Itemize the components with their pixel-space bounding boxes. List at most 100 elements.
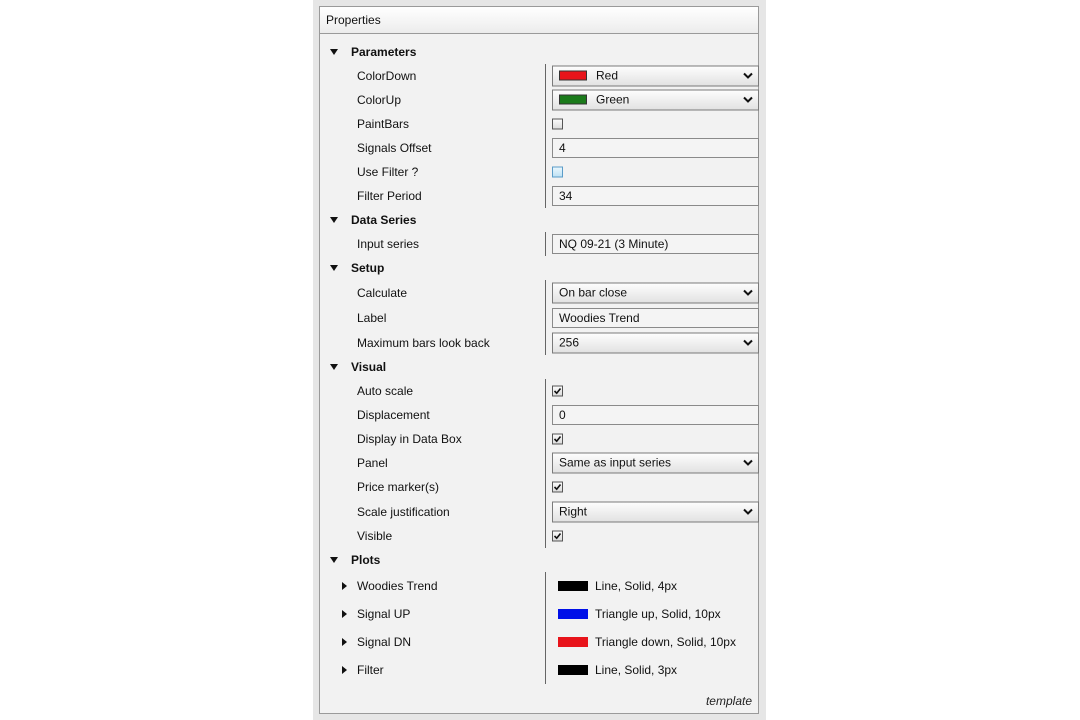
section-plots[interactable]: Plots xyxy=(320,548,758,572)
displacement-input[interactable]: 0 xyxy=(552,405,759,425)
prop-label: Auto scale xyxy=(357,384,414,398)
plot-style-value[interactable]: Triangle up, Solid, 10px xyxy=(595,607,721,621)
visible-checkbox[interactable] xyxy=(552,530,563,542)
plot-label: Signal DN xyxy=(357,635,412,649)
prop-label: Price marker(s) xyxy=(357,480,440,494)
display-data-box-checkbox[interactable] xyxy=(552,433,563,445)
plot-color-swatch xyxy=(558,581,588,591)
properties-panel: Properties Parameters ColorDown Red Colo… xyxy=(319,6,759,714)
section-visual[interactable]: Visual xyxy=(320,355,758,379)
section-setup[interactable]: Setup xyxy=(320,256,758,280)
scale-justification-select[interactable]: Right xyxy=(552,501,759,522)
section-label: Data Series xyxy=(351,213,417,227)
input-series-field[interactable]: NQ 09-21 (3 Minute) xyxy=(552,234,759,254)
plot-row-signal-dn[interactable]: Signal DN Triangle down, Solid, 10px xyxy=(320,628,758,656)
section-label: Parameters xyxy=(351,45,417,59)
collapse-caret-icon[interactable] xyxy=(328,355,340,379)
prop-row-visible: Visible xyxy=(320,524,758,548)
panel-select[interactable]: Same as input series xyxy=(552,452,759,474)
color-swatch xyxy=(559,94,587,105)
prop-row-paintbars: PaintBars xyxy=(320,112,758,136)
prop-row-panel: Panel Same as input series xyxy=(320,451,759,475)
prop-row-colorup: ColorUp Green xyxy=(320,88,759,112)
expand-caret-icon[interactable] xyxy=(342,666,347,674)
section-data-series[interactable]: Data Series xyxy=(320,208,758,232)
plot-label: Filter xyxy=(357,663,384,677)
checkmark-icon xyxy=(553,387,562,395)
prop-label: Panel xyxy=(357,456,388,470)
plot-row-filter[interactable]: Filter Line, Solid, 3px xyxy=(320,656,758,684)
checkmark-icon xyxy=(553,435,562,443)
prop-label: Label xyxy=(357,310,387,325)
colordown-select[interactable]: Red xyxy=(552,65,759,87)
max-bars-select[interactable]: 256 xyxy=(552,332,759,353)
prop-label: ColorUp xyxy=(357,93,402,107)
template-link[interactable]: template xyxy=(706,694,752,708)
section-parameters[interactable]: Parameters xyxy=(320,40,758,64)
prop-row-calculate: Calculate On bar close xyxy=(320,280,759,305)
paintbars-checkbox[interactable] xyxy=(552,118,563,130)
prop-row-price-marker: Price marker(s) xyxy=(320,475,758,499)
section-label: Setup xyxy=(351,261,385,275)
chevron-down-icon[interactable] xyxy=(742,286,754,298)
prop-label: Signals Offset xyxy=(357,141,432,155)
panel-value: Same as input series xyxy=(559,455,672,470)
section-label: Plots xyxy=(351,553,381,567)
price-marker-checkbox[interactable] xyxy=(552,481,563,493)
collapse-caret-icon[interactable] xyxy=(328,548,340,572)
label-input[interactable]: Woodies Trend xyxy=(552,307,759,328)
prop-row-auto-scale: Auto scale xyxy=(320,379,758,403)
prop-row-input-series: Input series NQ 09-21 (3 Minute) xyxy=(320,232,759,256)
chevron-down-icon[interactable] xyxy=(742,94,754,106)
section-label: Visual xyxy=(351,360,387,374)
collapse-caret-icon[interactable] xyxy=(328,256,340,280)
checkmark-icon xyxy=(553,483,562,491)
prop-label: PaintBars xyxy=(357,117,410,131)
prop-label: Filter Period xyxy=(357,189,422,203)
colorup-select[interactable]: Green xyxy=(552,89,759,111)
expand-caret-icon[interactable] xyxy=(342,610,347,618)
use-filter-checkbox[interactable] xyxy=(552,166,563,178)
prop-row-filter-period: Filter Period 34 xyxy=(320,184,759,208)
prop-row-signals-offset: Signals Offset 4 xyxy=(320,136,759,160)
signals-offset-input[interactable]: 4 xyxy=(552,138,759,158)
plot-color-swatch xyxy=(558,665,588,675)
checkmark-icon xyxy=(553,532,562,540)
prop-row-displacement: Displacement 0 xyxy=(320,403,759,427)
properties-window: Properties Parameters ColorDown Red Colo… xyxy=(313,0,766,720)
plot-style-value[interactable]: Line, Solid, 3px xyxy=(595,663,677,677)
prop-label: Scale justification xyxy=(357,504,450,519)
max-bars-value: 256 xyxy=(559,335,580,349)
prop-row-display-data-box: Display in Data Box xyxy=(320,427,758,451)
expand-caret-icon[interactable] xyxy=(342,638,347,646)
filter-period-input[interactable]: 34 xyxy=(552,186,759,206)
window-title: Properties xyxy=(320,7,758,34)
colordown-value: Red xyxy=(596,68,619,83)
plot-row-woodies-trend[interactable]: Woodies Trend Line, Solid, 4px xyxy=(320,572,758,600)
scale-justification-value: Right xyxy=(559,504,588,518)
plot-label: Signal UP xyxy=(357,607,411,621)
prop-row-colordown: ColorDown Red xyxy=(320,64,759,88)
collapse-caret-icon[interactable] xyxy=(328,208,340,232)
plot-label: Woodies Trend xyxy=(357,579,438,593)
plot-style-value[interactable]: Line, Solid, 4px xyxy=(595,579,677,593)
prop-label: ColorDown xyxy=(357,69,417,83)
prop-label: Calculate xyxy=(357,285,408,300)
prop-label: Use Filter ? xyxy=(357,165,419,179)
chevron-down-icon[interactable] xyxy=(742,457,754,469)
prop-row-max-bars: Maximum bars look back 256 xyxy=(320,330,759,355)
plot-style-value[interactable]: Triangle down, Solid, 10px xyxy=(595,635,736,649)
prop-label: Displacement xyxy=(357,408,430,422)
chevron-down-icon[interactable] xyxy=(742,336,754,348)
plot-row-signal-up[interactable]: Signal UP Triangle up, Solid, 10px xyxy=(320,600,758,628)
chevron-down-icon[interactable] xyxy=(742,70,754,82)
prop-row-scale-justification: Scale justification Right xyxy=(320,499,759,524)
expand-caret-icon[interactable] xyxy=(342,582,347,590)
calculate-select[interactable]: On bar close xyxy=(552,282,759,303)
colorup-value: Green xyxy=(596,92,630,107)
calculate-value: On bar close xyxy=(559,285,628,299)
collapse-caret-icon[interactable] xyxy=(328,40,340,64)
prop-label: Display in Data Box xyxy=(357,432,462,446)
chevron-down-icon[interactable] xyxy=(742,505,754,517)
auto-scale-checkbox[interactable] xyxy=(552,385,563,397)
